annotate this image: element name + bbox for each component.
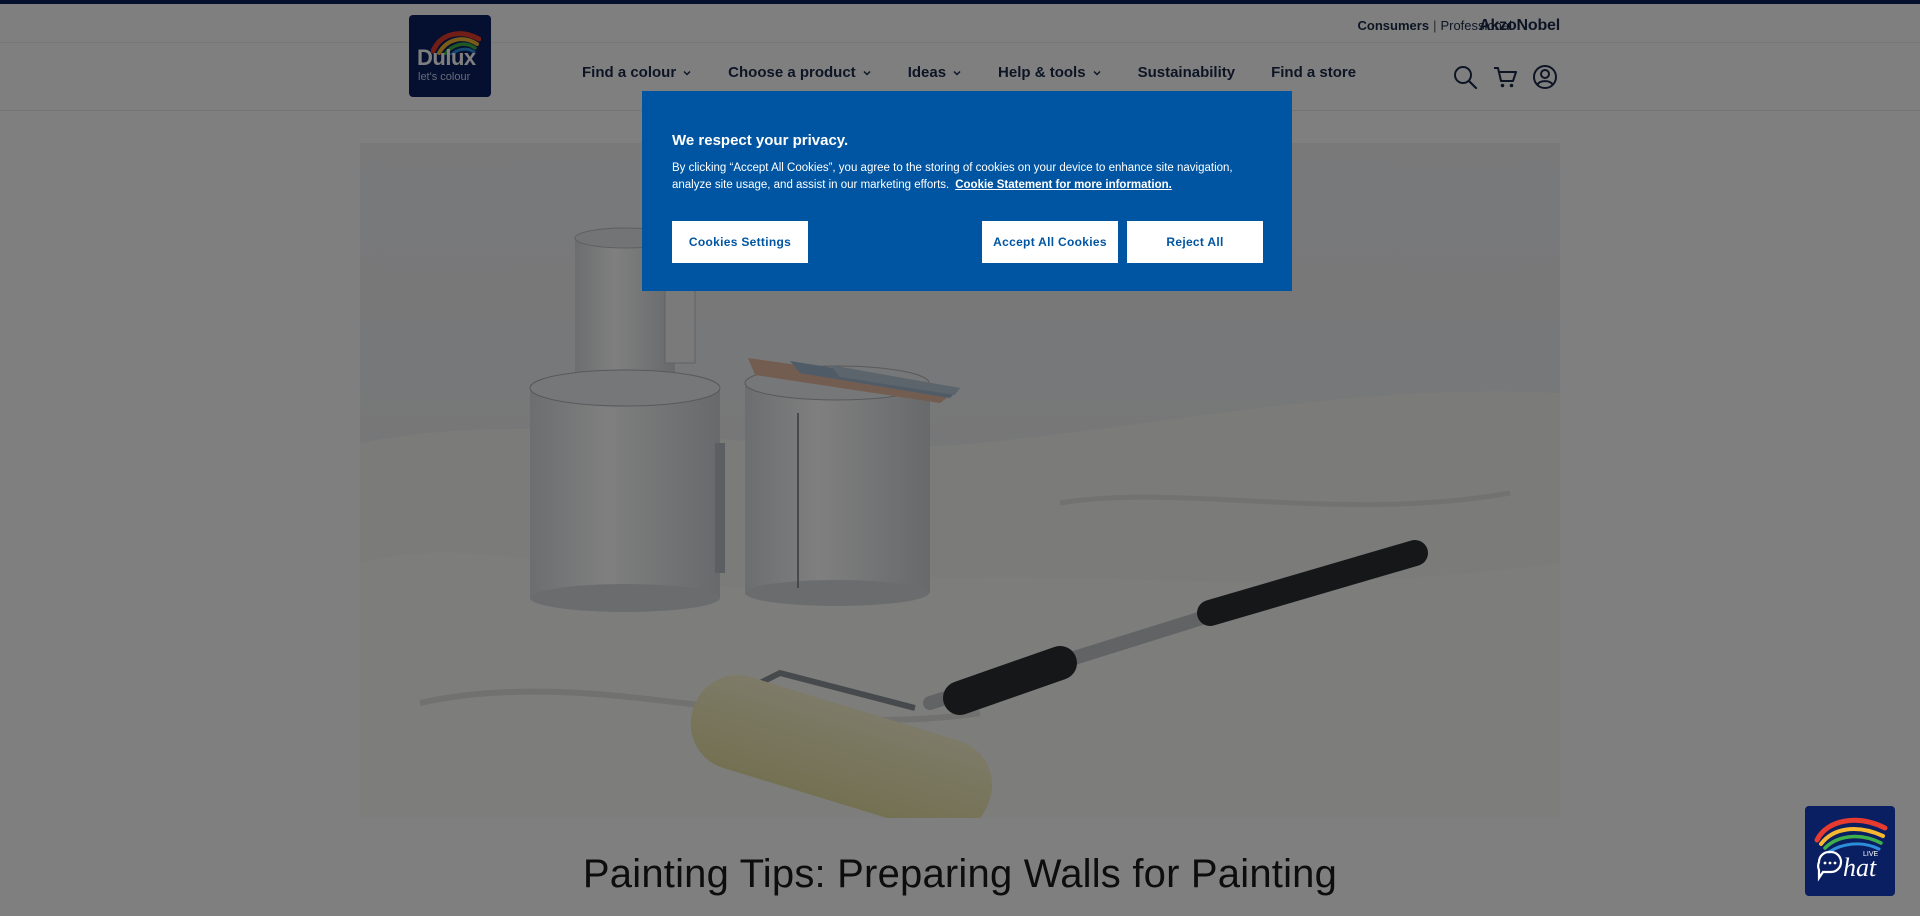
live-chat-button[interactable]: LIVE hat xyxy=(1805,806,1895,896)
accept-all-cookies-button[interactable]: Accept All Cookies xyxy=(982,221,1118,263)
live-chat-label: hat xyxy=(1843,853,1877,882)
cookie-consent-banner: We respect your privacy. By clicking “Ac… xyxy=(642,91,1292,291)
live-chat-icon: LIVE hat xyxy=(1814,817,1888,882)
cookie-body: By clicking “Accept All Cookies”, you ag… xyxy=(672,160,1262,194)
cookie-statement-link[interactable]: Cookie Statement for more information. xyxy=(955,179,1172,191)
reject-all-button[interactable]: Reject All xyxy=(1127,221,1263,263)
cookie-heading: We respect your privacy. xyxy=(672,132,849,149)
cookies-settings-button[interactable]: Cookies Settings xyxy=(672,221,808,263)
